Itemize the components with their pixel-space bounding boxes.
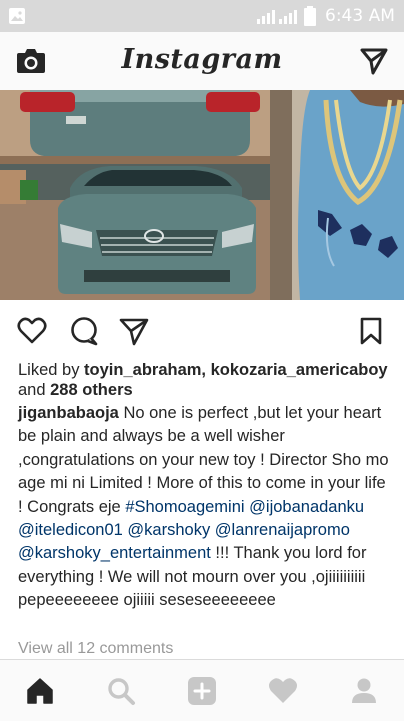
others-count-link[interactable]: 288 others bbox=[50, 381, 133, 399]
photo-collage bbox=[0, 90, 404, 300]
hashtag-link[interactable]: #Shomoagemini bbox=[125, 498, 244, 516]
comment-icon[interactable] bbox=[69, 316, 99, 346]
heart-icon[interactable] bbox=[17, 316, 47, 346]
mention-link[interactable]: @ijobanadanku bbox=[249, 498, 364, 516]
share-icon[interactable] bbox=[119, 316, 149, 346]
post-photo[interactable] bbox=[0, 90, 404, 300]
bookmark-icon[interactable] bbox=[356, 316, 386, 346]
mention-link[interactable]: @iteledicon01 bbox=[18, 521, 123, 539]
app-title: Instagram bbox=[121, 44, 283, 75]
direct-message-icon[interactable] bbox=[360, 47, 388, 75]
likes-summary: Liked by toyin_abraham, kokozaria_americ… bbox=[18, 360, 393, 400]
home-icon[interactable] bbox=[25, 676, 55, 706]
app-header: Instagram bbox=[0, 32, 404, 90]
liked-user-link[interactable]: toyin_abraham bbox=[84, 361, 201, 379]
liked-user-link[interactable]: kokozaria_americaboy bbox=[211, 361, 388, 379]
status-bar: 6:43 AM bbox=[0, 0, 404, 32]
activity-heart-icon[interactable] bbox=[268, 676, 298, 706]
post-caption: jiganbabaoja No one is perfect ,but let … bbox=[18, 402, 393, 613]
view-comments-link[interactable]: View all 12 comments bbox=[18, 640, 173, 658]
caption-author-link[interactable]: jiganbabaoja bbox=[18, 404, 119, 422]
mention-link[interactable]: @lanrenaijapromo bbox=[215, 521, 350, 539]
gallery-notification-icon bbox=[9, 8, 25, 24]
profile-icon[interactable] bbox=[349, 676, 379, 706]
liked-separator: , bbox=[201, 361, 211, 379]
liked-by-prefix: Liked by bbox=[18, 361, 85, 379]
post-actions bbox=[0, 300, 404, 360]
signal-strength-icon bbox=[257, 10, 297, 24]
liked-and: and bbox=[18, 381, 51, 399]
mention-link[interactable]: @karshoky bbox=[127, 521, 210, 539]
battery-icon bbox=[304, 6, 316, 26]
search-icon[interactable] bbox=[106, 676, 136, 706]
add-post-icon[interactable] bbox=[187, 676, 217, 706]
status-time: 6:43 AM bbox=[325, 6, 395, 26]
bottom-navigation bbox=[0, 659, 404, 721]
mention-link[interactable]: @karshoky_entertainment bbox=[18, 544, 211, 562]
